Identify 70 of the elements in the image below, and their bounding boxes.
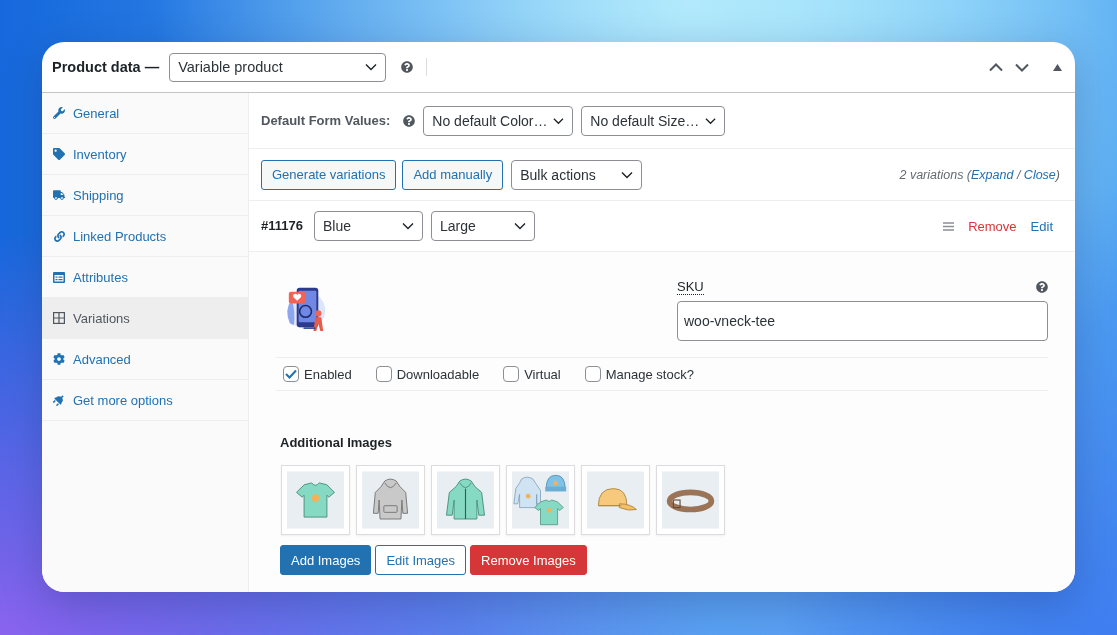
chevron-down-icon bbox=[705, 116, 717, 125]
truck-icon bbox=[53, 189, 65, 201]
summary-link[interactable]: Expand bbox=[971, 167, 1014, 182]
default-form-values-label: Default Form Values: bbox=[261, 113, 391, 128]
bulk-actions-select[interactable]: Bulk actions bbox=[511, 159, 643, 190]
help-icon bbox=[403, 114, 416, 127]
chevron-down-icon[interactable] bbox=[1015, 62, 1029, 72]
panel-title: Product data — bbox=[52, 59, 160, 75]
image-thumbnail[interactable] bbox=[356, 465, 425, 535]
hoodie-drawing bbox=[362, 471, 419, 529]
chevron-down-icon bbox=[621, 170, 634, 179]
default-attribute-select[interactable]: No default Size… bbox=[581, 105, 726, 136]
help-icon bbox=[401, 61, 414, 73]
triangle-up-icon[interactable] bbox=[1053, 63, 1062, 71]
sidebar-tab[interactable]: Inventory bbox=[42, 134, 248, 175]
sidebar-tab[interactable]: Linked Products bbox=[42, 216, 248, 257]
image-thumbnail[interactable] bbox=[506, 465, 575, 535]
help-icon bbox=[1036, 281, 1048, 293]
toolbar-button[interactable]: Add manually bbox=[402, 159, 504, 190]
link-icon bbox=[53, 230, 65, 242]
checkbox[interactable] bbox=[503, 366, 520, 382]
checkbox[interactable] bbox=[375, 366, 392, 382]
cap-drawing bbox=[587, 471, 644, 529]
clothing-set-drawing bbox=[512, 471, 569, 529]
belt-drawing bbox=[662, 471, 719, 529]
checkbox[interactable] bbox=[283, 366, 299, 382]
image-thumbnail[interactable] bbox=[431, 465, 500, 535]
default-attribute-select[interactable]: No default Color… bbox=[423, 105, 574, 136]
image-thumbnail[interactable] bbox=[656, 465, 725, 535]
list-card-icon bbox=[53, 271, 65, 283]
product-type-select[interactable]: Variable product bbox=[169, 52, 387, 82]
checkbox-label: Manage stock? bbox=[605, 366, 694, 382]
sidebar-tab[interactable]: Shipping bbox=[42, 175, 248, 216]
toolbar-button[interactable]: Generate variations bbox=[261, 159, 397, 190]
image-thumbnail[interactable] bbox=[581, 465, 650, 535]
summary-link[interactable]: Close bbox=[1023, 167, 1056, 182]
attribute-select[interactable]: Blue bbox=[313, 211, 423, 241]
wrench-icon bbox=[53, 107, 65, 119]
jacket-drawing bbox=[437, 471, 494, 529]
chevron-down-icon bbox=[513, 222, 526, 230]
image-thumbnail[interactable] bbox=[281, 465, 350, 535]
remove-link[interactable]: Remove bbox=[968, 218, 1017, 234]
attribute-select[interactable]: Large bbox=[430, 211, 535, 241]
checkbox-label: Enabled bbox=[304, 366, 352, 382]
menu-icon[interactable] bbox=[943, 221, 955, 231]
grid-icon bbox=[53, 312, 65, 324]
t-shirt-drawing bbox=[287, 471, 344, 529]
add-images-button[interactable]: Add Images bbox=[280, 545, 372, 575]
checkbox-label: Downloadable bbox=[396, 366, 480, 382]
variations-summary: 2 variations (Expand / Close) bbox=[899, 167, 1060, 182]
additional-images-title: Additional Images bbox=[280, 435, 392, 450]
chevron-down-icon bbox=[365, 63, 378, 71]
edit-link[interactable]: Edit bbox=[1030, 218, 1053, 234]
sidebar-tab[interactable]: Advanced bbox=[42, 339, 248, 380]
tag-icon bbox=[53, 148, 65, 160]
checkmark-icon bbox=[285, 369, 297, 379]
sidebar-tab[interactable]: Variations bbox=[42, 298, 248, 339]
sku-label: SKU bbox=[677, 279, 704, 295]
chevron-up-icon[interactable] bbox=[989, 62, 1003, 72]
checkbox[interactable] bbox=[584, 366, 601, 382]
variation-id: #11176 bbox=[261, 218, 303, 233]
chevron-down-icon bbox=[401, 222, 414, 230]
sidebar-tab[interactable]: Get more options bbox=[42, 380, 248, 421]
remove-images-button[interactable]: Remove Images bbox=[470, 545, 587, 575]
edit-images-button[interactable]: Edit Images bbox=[375, 545, 467, 575]
settings-icon bbox=[53, 353, 65, 365]
sku-input[interactable]: woo-vneck-tee bbox=[677, 301, 1048, 341]
chevron-down-icon bbox=[553, 116, 565, 125]
checkbox-label: Virtual bbox=[524, 366, 561, 382]
sidebar-tab[interactable]: General bbox=[42, 93, 248, 134]
